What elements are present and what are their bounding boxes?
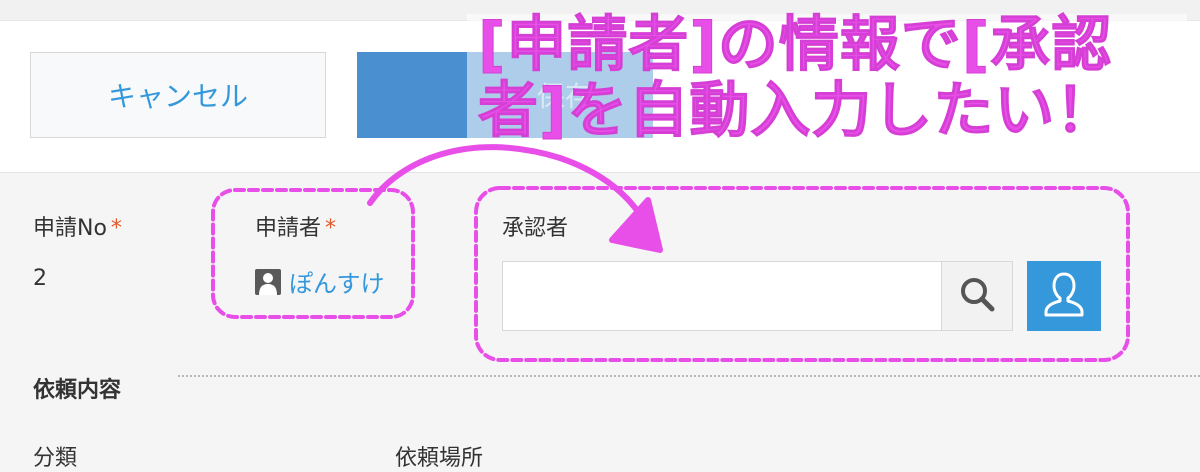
annotation-text: [申請者]の情報で[承認 者]を自動入力したい！ bbox=[478, 10, 1178, 146]
required-mark: * bbox=[110, 216, 122, 241]
annotation-line-2: 者]を自動入力したい！ bbox=[478, 76, 1117, 146]
approver-input[interactable] bbox=[502, 261, 942, 331]
cancel-button-label: キャンセル bbox=[107, 80, 248, 113]
application-no-value: 2 bbox=[33, 266, 47, 291]
section-divider bbox=[178, 375, 1200, 377]
callout-arrow-head bbox=[609, 197, 663, 253]
applicant-user-chip: ぽんすけ bbox=[255, 264, 385, 299]
section-title: 依頼内容 bbox=[33, 378, 122, 403]
user-avatar-icon bbox=[255, 268, 281, 295]
application-no-label-text: 申請No bbox=[33, 216, 107, 241]
approver-search-button[interactable] bbox=[941, 261, 1013, 331]
annotation-line-1: [申請者]の情報で[承認 bbox=[478, 10, 1113, 80]
category-label: 分類 bbox=[33, 446, 78, 471]
approver-label: 承認者 bbox=[502, 210, 568, 242]
search-icon bbox=[957, 274, 997, 318]
applicant-label: 申請者 * bbox=[255, 210, 336, 242]
approver-user-select-button[interactable] bbox=[1027, 261, 1101, 331]
required-mark: * bbox=[325, 216, 337, 241]
application-no-label: 申請No * bbox=[33, 210, 122, 242]
approver-label-text: 承認者 bbox=[502, 216, 569, 241]
applicant-label-text: 申請者 bbox=[255, 216, 322, 241]
user-select-icon bbox=[1042, 270, 1086, 322]
applicant-user-link[interactable]: ぽんすけ bbox=[289, 264, 385, 299]
request-location-label: 依頼場所 bbox=[395, 446, 484, 471]
cancel-button[interactable]: キャンセル bbox=[30, 52, 326, 138]
